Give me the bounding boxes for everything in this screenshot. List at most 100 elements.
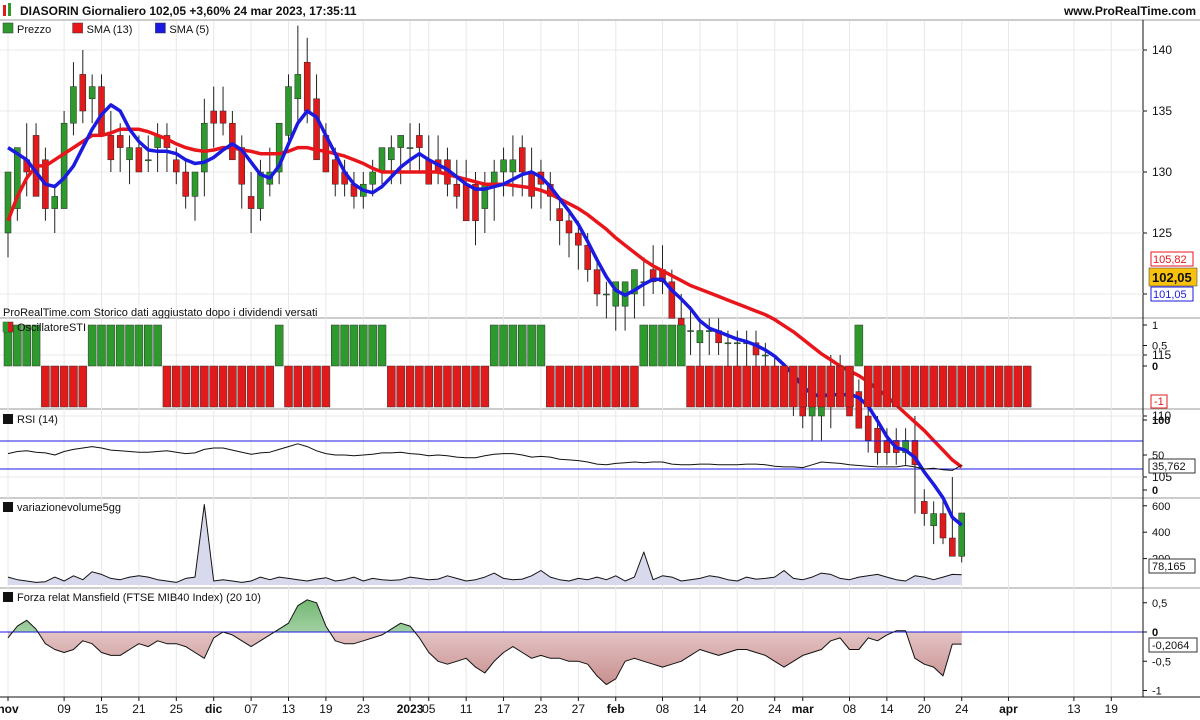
x-tick-label: 15 <box>95 702 109 716</box>
volume-area <box>8 504 962 585</box>
oscillator-bar <box>162 365 172 408</box>
oscillator-bar <box>415 365 424 408</box>
oscillator-bar <box>218 365 228 408</box>
oscillator-bar <box>592 365 602 408</box>
volume-value-label: 78,165 <box>1152 561 1186 573</box>
candle-body <box>762 354 769 357</box>
legend-swatch <box>2 22 14 34</box>
oscillator-bar <box>302 365 312 408</box>
y-tick-label: 1 <box>1152 320 1158 332</box>
candle-body <box>378 147 386 173</box>
candle-body <box>257 171 264 209</box>
x-tick-label: 24 <box>955 702 969 716</box>
oscillator-bar <box>256 365 265 408</box>
oscillator-bar <box>106 324 116 367</box>
y-tick-label: 0 <box>1152 361 1158 373</box>
x-tick-label: 23 <box>534 702 548 716</box>
oscillator-bar <box>480 365 490 408</box>
oscillator-bar <box>41 365 50 408</box>
candle-body <box>528 171 535 197</box>
oscillator-bar <box>1022 365 1032 408</box>
candle-body <box>247 196 255 209</box>
oscillator-bar <box>499 324 508 367</box>
oscillator-bar <box>892 365 901 408</box>
oscillator-bar <box>471 365 480 408</box>
legend-label: Prezzo <box>17 24 51 36</box>
candle-body <box>126 147 133 161</box>
x-tick-label: 13 <box>1067 702 1081 716</box>
y-tick-label: 0,5 <box>1152 341 1167 353</box>
oscillator-bar <box>817 365 826 408</box>
oscillator-bar <box>779 365 789 408</box>
x-tick-label: 08 <box>656 702 670 716</box>
candle-body <box>490 171 498 185</box>
oscillator-bar <box>826 365 836 408</box>
oscillator-bar <box>639 324 649 367</box>
candle-body <box>734 342 741 345</box>
y-tick-label: 140 <box>1152 43 1172 57</box>
x-tick-label: feb <box>607 702 625 716</box>
legend-swatch <box>72 22 83 34</box>
y-tick-label: -1 <box>1152 686 1162 698</box>
oscillator-bar <box>284 365 293 408</box>
candle-body <box>191 171 199 197</box>
oscillator-bar <box>966 365 976 408</box>
x-tick-label: 2023 <box>397 702 424 716</box>
oscillator-bar <box>985 365 994 408</box>
oscillator-bar <box>377 324 387 367</box>
x-tick-label: 21 <box>132 702 146 716</box>
oscillator-bar <box>929 365 938 408</box>
oscillator-bar <box>321 365 331 408</box>
mansfield-value-label: -0,2064 <box>1152 640 1189 652</box>
oscillator-bar <box>873 365 882 408</box>
sma5-value-label: 101,05 <box>1153 289 1187 301</box>
candle-body <box>116 135 124 148</box>
x-tick-label: 13 <box>282 702 296 716</box>
oscillator-bar <box>190 365 200 408</box>
oscillator-bar <box>172 365 181 408</box>
x-tick-label: 25 <box>170 702 184 716</box>
candle-body <box>201 122 208 173</box>
candle-body <box>294 74 302 100</box>
candle-body <box>369 171 376 185</box>
oscillator-bar <box>312 365 321 408</box>
candle-body <box>60 122 68 209</box>
oscillator-bar <box>658 324 667 367</box>
candle-body <box>603 293 610 296</box>
candle-body <box>219 110 227 124</box>
oscillator-bar <box>976 365 985 408</box>
oscillator-bar <box>994 365 1004 408</box>
oscillator-bar <box>733 365 742 408</box>
legend-swatch <box>3 592 13 602</box>
oscillator-bar <box>948 365 957 408</box>
legend-swatch <box>3 322 8 332</box>
candle-body <box>79 74 87 112</box>
oscillator-bar <box>751 365 761 408</box>
oscillator-bar <box>807 365 817 408</box>
oscillator-bar <box>546 365 555 408</box>
oscillator-bar <box>489 324 499 367</box>
oscillator-bar <box>405 365 415 408</box>
candle-body <box>388 147 395 161</box>
y-tick-label: 400 <box>1152 527 1170 539</box>
candle-body <box>687 330 694 332</box>
sma13-value-label: 105,82 <box>1153 254 1187 266</box>
candle-body <box>229 122 236 161</box>
candle-body <box>453 183 461 197</box>
y-tick-label: 100 <box>1152 415 1170 427</box>
price-value-label: 102,05 <box>1152 270 1192 285</box>
oscillator-bar <box>536 324 546 367</box>
candle-body <box>939 513 947 539</box>
x-tick-label: 11 <box>460 702 473 716</box>
oscillator-bar <box>433 365 443 408</box>
x-tick-label: 14 <box>693 702 707 716</box>
candle-body <box>70 86 77 124</box>
oscillator-bar <box>667 324 677 367</box>
candle-body <box>173 159 180 173</box>
candle-body <box>864 415 872 441</box>
candle-body <box>883 440 891 453</box>
oscillator-bar <box>648 324 658 367</box>
oscillator-bar <box>1013 365 1023 408</box>
oscillator-bar <box>78 365 88 408</box>
header-icon <box>8 3 11 16</box>
